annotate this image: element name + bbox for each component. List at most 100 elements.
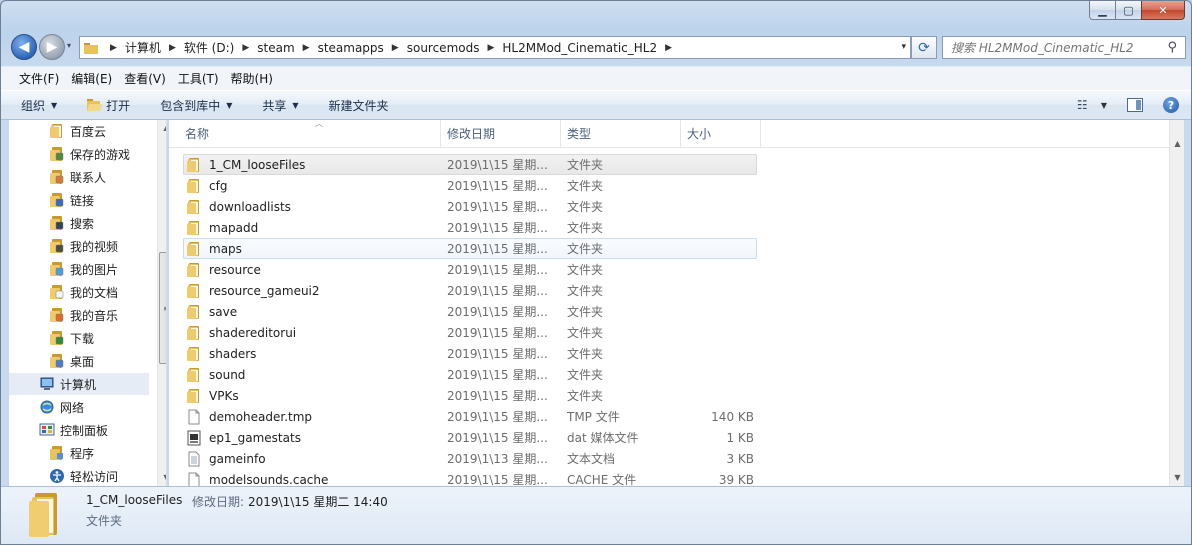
breadcrumb-item[interactable]: steamapps [318,41,384,55]
menu-item[interactable]: 文件(F) [13,70,65,87]
forward-button[interactable]: ▶ [39,34,65,60]
menu-item[interactable]: 编辑(E) [65,70,118,87]
breadcrumb-item[interactable]: 软件 (D:) [184,39,234,56]
file-row[interactable]: resource_gameui2 2019\1\15 星期... 文件夹 [183,280,757,301]
breadcrumb-separator-icon[interactable]: ▶ [242,43,249,53]
column-name[interactable]: 名称 ︿ [179,120,441,148]
file-row[interactable]: downloadlists 2019\1\15 星期... 文件夹 [183,196,757,217]
scroll-up-arrow-icon[interactable]: ▲ [158,120,166,136]
breadcrumb-separator-icon[interactable]: ▶ [392,43,399,53]
open-button[interactable]: 打开 [87,97,130,114]
file-type: 文件夹 [567,326,604,340]
file-date: 2019\1\15 星期... [447,158,548,172]
navigation-scrollbar[interactable]: ▲ ≡ ▼ [157,120,166,486]
file-row[interactable]: 1_CM_looseFiles 2019\1\15 星期... 文件夹 [183,154,757,175]
help-icon[interactable]: ? [1163,97,1179,113]
search-box[interactable]: ⚲ [942,36,1186,59]
change-view-icon[interactable]: ☷ [1077,98,1097,112]
nav-item[interactable]: 控制面板 [9,419,149,441]
back-button[interactable]: ◀ [11,34,37,60]
nav-item[interactable]: 程序 [9,442,149,464]
saved-games-icon [49,146,65,162]
scroll-thumb[interactable]: ≡ [159,252,166,364]
minimize-button[interactable]: ▁ [1089,1,1115,20]
details-pane: 1_CM_looseFiles 修改日期: 2019\1\15 星期二 14:4… [1,486,1191,544]
contacts-icon [49,169,65,185]
nav-item[interactable]: 搜索 [9,212,149,234]
nav-item[interactable]: 桌面 [9,350,149,372]
refresh-button[interactable]: ⟳ [911,36,937,59]
close-button[interactable]: ✕ [1141,1,1185,20]
file-row[interactable]: resource 2019\1\15 星期... 文件夹 [183,259,757,280]
column-type[interactable]: 类型 [561,120,681,148]
file-row[interactable]: sound 2019\1\15 星期... 文件夹 [183,364,757,385]
menu-item[interactable]: 帮助(H) [225,70,279,87]
menu-item[interactable]: 工具(T) [172,70,225,87]
nav-item-label: 我的视频 [70,239,119,254]
file-row[interactable]: shadereditorui 2019\1\15 星期... 文件夹 [183,322,757,343]
maximize-button[interactable]: ▢ [1115,1,1141,20]
breadcrumb-separator-icon[interactable]: ▶ [665,43,672,53]
file-name-cell: gameinfo [186,451,266,467]
file-row[interactable]: demoheader.tmp 2019\1\15 星期... TMP 文件 140 K… [183,406,757,427]
recent-pages-dropdown[interactable]: ▾ [67,41,71,50]
column-date[interactable]: 修改日期 [441,120,561,148]
nav-item[interactable]: 我的视频 [9,235,149,257]
search-icon[interactable]: ⚲ [1167,40,1177,55]
nav-item[interactable]: 我的音乐 [9,304,149,326]
list-scroll-down-icon[interactable]: ▼ [1170,470,1184,486]
file-name-cell: save [186,304,237,320]
breadcrumb-separator-icon[interactable]: ▶ [110,43,117,53]
file-name-cell: resource_gameui2 [186,283,320,299]
file-row[interactable]: maps 2019\1\15 星期... 文件夹 [183,238,757,259]
file-row[interactable]: save 2019\1\15 星期... 文件夹 [183,301,757,322]
file-row[interactable]: gameinfo 2019\1\13 星期... 文本文档 3 KB [183,448,757,469]
organize-button[interactable]: 组织 ▼ [21,97,57,114]
file-list-scrollbar[interactable]: ▲ ▼ [1169,120,1184,486]
file-type: 文件夹 [567,200,604,214]
file-name: mapadd [209,220,259,235]
breadcrumb-separator-icon[interactable]: ▶ [169,43,176,53]
nav-item[interactable]: 保存的游戏 [9,143,149,165]
address-bar[interactable]: ▶ 计算机 ▶ 软件 (D:) ▶ steam ▶ steamapps ▶ sourcemods ▶… [79,36,911,59]
nav-item[interactable]: 百度云 [9,120,149,142]
new-folder-button[interactable]: 新建文件夹 [329,97,389,114]
share-button[interactable]: 共享 ▼ [262,97,298,114]
nav-item[interactable]: 联系人 [9,166,149,188]
column-size[interactable]: 大小 [681,120,761,148]
breadcrumb-separator-icon[interactable]: ▶ [487,43,494,53]
file-row[interactable]: VPKs 2019\1\15 星期... 文件夹 [183,385,757,406]
list-scroll-up-icon[interactable]: ▲ [1170,136,1184,152]
nav-item[interactable]: 下载 [9,327,149,349]
include-library-caret-icon: ▼ [226,100,233,110]
view-options-dropdown[interactable]: ▼ [1101,101,1107,110]
file-row[interactable]: mapadd 2019\1\15 星期... 文件夹 [183,217,757,238]
breadcrumb-item[interactable]: 计算机 [125,39,161,56]
breadcrumb-item[interactable]: steam [257,41,294,55]
scroll-down-arrow-icon[interactable]: ▼ [158,470,166,486]
nav-item[interactable]: 我的文档 [9,281,149,303]
file-row[interactable]: shaders 2019\1\15 星期... 文件夹 [183,343,757,364]
breadcrumb-separator-icon[interactable]: ▶ [303,43,310,53]
folder-icon [186,325,202,341]
nav-item[interactable]: 计算机 [9,373,149,395]
nav-item[interactable]: 我的图片 [9,258,149,280]
address-dropdown[interactable]: ▾ [901,42,906,52]
breadcrumb: ▶ 计算机 ▶ 软件 (D:) ▶ steam ▶ steamapps ▶ sourcemods ▶… [102,39,680,56]
menu-item[interactable]: 查看(V) [118,70,172,87]
nav-item-label: 链接 [70,193,95,208]
nav-item[interactable]: 轻松访问 [9,465,149,486]
preview-pane-icon[interactable] [1127,98,1143,112]
share-label: 共享 [262,98,287,113]
breadcrumb-item[interactable]: HL2MMod_Cinematic_HL2 [502,41,657,55]
file-row[interactable]: ep1_gamestats 2019\1\15 星期... dat 媒体文件 1 KB [183,427,757,448]
nav-item[interactable]: 链接 [9,189,149,211]
file-row[interactable]: modelsounds.cache 2019\1\15 星期... CACHE 文件… [183,469,757,486]
folder-icon [186,178,202,194]
include-in-library-button[interactable]: 包含到库中 ▼ [160,97,232,114]
nav-item[interactable]: 网络 [9,396,149,418]
breadcrumb-item[interactable]: sourcemods [407,41,480,55]
file-row[interactable]: cfg 2019\1\15 星期... 文件夹 [183,175,757,196]
links-icon [49,192,65,208]
search-input[interactable] [951,40,1161,55]
